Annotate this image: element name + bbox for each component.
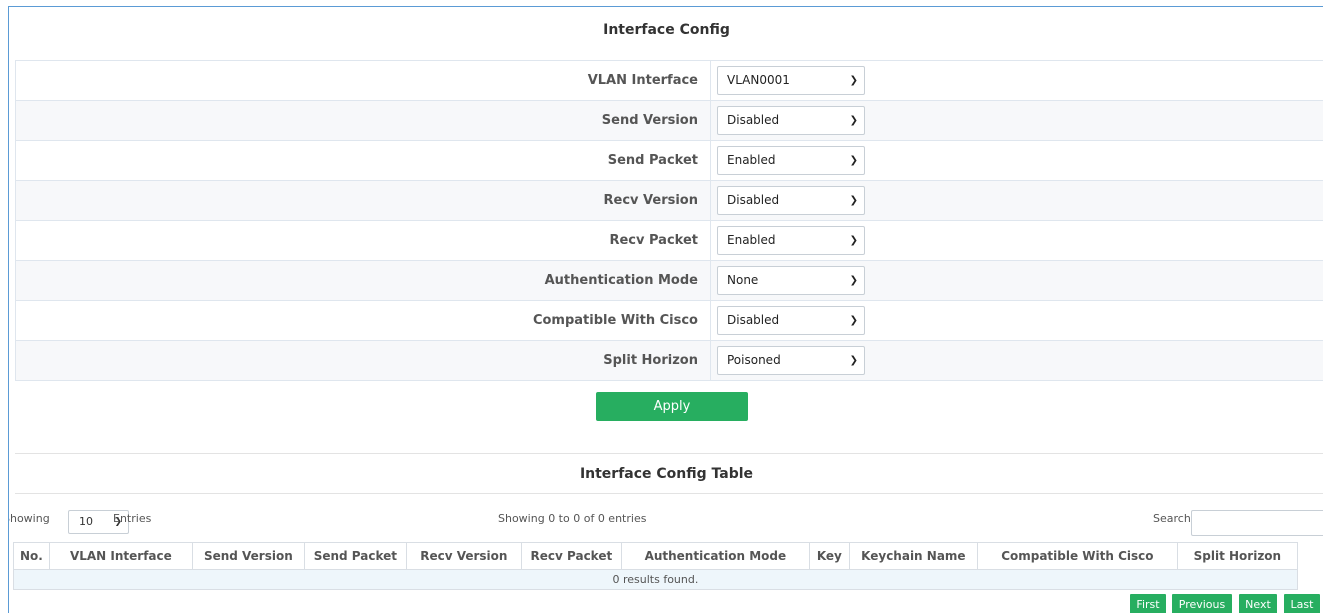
pager-next-button[interactable]: Next [1239,594,1277,613]
chevron-down-icon: ❯ [849,115,858,126]
entries-label: Entries [113,512,152,525]
compatible-with-cisco-select[interactable]: Disabled ❯ [717,306,865,335]
authentication-mode-label: Authentication Mode [16,260,711,301]
column-header-send-packet[interactable]: Send Packet [303,542,407,570]
column-header-authentication-mode[interactable]: Authentication Mode [620,542,810,570]
form-row-vlan-interface: VLAN Interface VLAN0001 ❯ [15,60,1323,101]
send-version-select[interactable]: Disabled ❯ [717,106,865,135]
content-frame: Interface Config VLAN Interface VLAN0001… [8,6,1323,613]
split-horizon-value: Poisoned [727,353,781,367]
column-header-keychain-name[interactable]: Keychain Name [848,542,978,570]
authentication-mode-select[interactable]: None ❯ [717,266,865,295]
split-horizon-label: Split Horizon [16,340,711,381]
send-packet-label: Send Packet [16,140,711,181]
vlan-interface-value: VLAN0001 [727,73,790,87]
column-header-split-horizon[interactable]: Split Horizon [1176,542,1298,570]
table-row: 0 results found. [13,569,1298,590]
chevron-down-icon: ❯ [849,75,858,86]
page-size-value: 10 [79,515,93,528]
chevron-down-icon: ❯ [849,235,858,246]
recv-packet-select[interactable]: Enabled ❯ [717,226,865,255]
search-input[interactable] [1191,510,1323,536]
vlan-interface-select[interactable]: VLAN0001 ❯ [717,66,865,95]
showing-label: Showing [9,512,50,525]
chevron-down-icon: ❯ [849,275,858,286]
divider [15,493,1323,494]
form-row-send-packet: Send Packet Enabled ❯ [15,140,1323,181]
form-row-split-horizon: Split Horizon Poisoned ❯ [15,340,1323,381]
interface-config-form: VLAN Interface VLAN0001 ❯ Send Version Di… [15,60,1323,381]
compatible-with-cisco-value: Disabled [727,313,780,327]
table-header-row: No. VLAN Interface Send Version Send Pac… [13,542,1298,570]
recv-packet-value: Enabled [727,233,776,247]
send-packet-select[interactable]: Enabled ❯ [717,146,865,175]
form-row-send-version: Send Version Disabled ❯ [15,100,1323,141]
recv-version-value: Disabled [727,193,780,207]
empty-table-message: 0 results found. [13,569,1298,590]
chevron-down-icon: ❯ [849,315,858,326]
recv-version-label: Recv Version [16,180,711,221]
pager-last-button[interactable]: Last [1284,594,1320,613]
chevron-down-icon: ❯ [849,355,858,366]
column-header-no[interactable]: No. [13,542,50,570]
table-section-title: Interface Config Table [579,466,754,482]
column-header-recv-version[interactable]: Recv Version [405,542,522,570]
interface-config-table: No. VLAN Interface Send Version Send Pac… [13,542,1298,590]
vlan-interface-label: VLAN Interface [16,60,711,101]
send-version-value: Disabled [727,113,780,127]
page-title: Interface Config [603,22,730,38]
pager-first-button[interactable]: First [1130,594,1166,613]
form-row-compatible-with-cisco: Compatible With Cisco Disabled ❯ [15,300,1323,341]
column-header-recv-packet[interactable]: Recv Packet [520,542,622,570]
recv-packet-label: Recv Packet [16,220,711,261]
column-header-vlan-interface[interactable]: VLAN Interface [48,542,193,570]
search-label: Search [1153,512,1191,525]
chevron-down-icon: ❯ [849,195,858,206]
table-info: Showing 0 to 0 of 0 entries [498,512,647,525]
form-row-recv-packet: Recv Packet Enabled ❯ [15,220,1323,261]
form-row-recv-version: Recv Version Disabled ❯ [15,180,1323,221]
column-header-compatible-with-cisco[interactable]: Compatible With Cisco [976,542,1178,570]
send-version-label: Send Version [16,100,711,141]
column-header-send-version[interactable]: Send Version [191,542,305,570]
chevron-down-icon: ❯ [849,155,858,166]
compatible-with-cisco-label: Compatible With Cisco [16,300,711,341]
send-packet-value: Enabled [727,153,776,167]
pager-previous-button[interactable]: Previous [1172,594,1232,613]
split-horizon-select[interactable]: Poisoned ❯ [717,346,865,375]
form-row-authentication-mode: Authentication Mode None ❯ [15,260,1323,301]
authentication-mode-value: None [727,273,759,287]
recv-version-select[interactable]: Disabled ❯ [717,186,865,215]
apply-button[interactable]: Apply [596,392,748,421]
column-header-key[interactable]: Key [808,542,850,570]
divider [15,453,1323,454]
